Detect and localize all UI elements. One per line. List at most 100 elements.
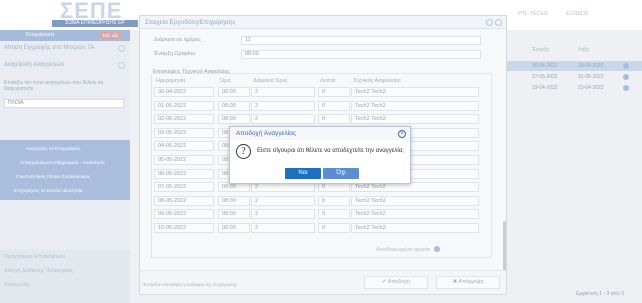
field-label: Έναρξη Ωραρίου <box>154 51 196 57</box>
info-icon[interactable] <box>623 85 629 91</box>
table-cell[interactable]: 0 <box>318 223 350 233</box>
column-header-start: Έναρξη <box>532 47 550 53</box>
sidebar-menu: Αναγγελίες σε Επιχειρήσεις Απασχολούμενο… <box>0 140 130 200</box>
start-time-field[interactable]: 08:00 <box>241 50 481 59</box>
sidebar-menu-item[interactable]: Απασχολούμενοι Πληρώματα - Απόσπαση <box>20 160 104 165</box>
logout-link[interactable]: ΕΞΟΔΟΣ <box>566 11 589 17</box>
sidebar-bottom: Πρόγραμμα Επισκέψεων Αίτηση Διάθεσης Ιδι… <box>0 250 130 303</box>
sepe-logo: ΣΕΠΕ ΣΩΜΑ ΕΠΙΘΕΩΡΗΣΗΣ ΕΡ <box>52 0 138 28</box>
info-icon[interactable] <box>623 63 629 69</box>
table-cell[interactable]: Tech2 Tech2 <box>351 195 479 206</box>
window-title: Στοιχεία Εργοδότη/Επιχείρησης <box>145 19 236 26</box>
sidebar-menu-item[interactable]: Αναγγελίες σε Επιχειρήσεις <box>26 146 80 151</box>
column-header: Διάρκεια Ώρες <box>253 78 288 84</box>
row-start: 30-04-2022 <box>532 63 558 69</box>
table-cell[interactable]: 03-05-2022 <box>154 127 214 138</box>
dialog-message: Είστε σίγουροι ότι θέλετε να αποδεχτείτε… <box>257 148 404 154</box>
table-cell[interactable]: Tech2 Tech2 <box>351 223 479 233</box>
table-cell[interactable]: 02-05-2022 <box>154 114 214 125</box>
saved-files-label: Αποθηκευμένα αρχεία <box>376 247 430 253</box>
window-footer: *Επιλέξτε επισκέψη ή ανάληψη της επιχείρ… <box>140 270 506 294</box>
sidebar-link-announcements[interactable]: Διαχείριση Αναγγελιών <box>4 62 64 68</box>
table-row[interactable]: 30-04-2022 10-05-2022 <box>504 61 642 71</box>
table-cell[interactable]: 08:00 <box>218 100 250 111</box>
dialog-titlebar: Αποδοχή Αναγγελίας × <box>230 127 410 140</box>
expand-icon[interactable] <box>118 62 125 69</box>
reject-button[interactable]: ✖ Απόρριψη <box>436 276 500 289</box>
table-cell[interactable]: 0 <box>318 87 350 97</box>
sidebar: Επιχείρηση Ειδ. ειδ. Αίτηση Εγγραφής στο… <box>0 30 130 303</box>
announcements-table: Έναρξη Λήξη 30-04-2022 10-05-2022 27-05-… <box>504 45 642 97</box>
window-titlebar: Στοιχεία Εργοδότη/Επιχείρησης <box>140 16 506 29</box>
table-cell[interactable]: 08:00 <box>218 209 250 220</box>
table-cell[interactable]: Tech2 Tech2 <box>351 209 479 220</box>
table-cell[interactable]: 01-05-2022 <box>154 100 214 111</box>
sidebar-header[interactable]: Επιχείρηση Ειδ. ειδ. <box>0 30 130 41</box>
duration-days-field[interactable]: 11 <box>241 36 481 45</box>
table-cell[interactable]: 08:00 <box>218 114 250 125</box>
yes-button[interactable]: Ναι <box>285 168 321 179</box>
results-count: Εμφάνιση 1 - 3 από 3 <box>576 291 624 297</box>
row-end: 10-05-2022 <box>578 63 604 69</box>
table-cell[interactable]: Tech2 Tech2 <box>351 100 479 111</box>
table-cell[interactable]: 0 <box>318 209 350 220</box>
sidebar-header-badge: Ειδ. ειδ. <box>100 32 122 39</box>
window-scrollbar[interactable] <box>503 221 506 271</box>
table-cell[interactable]: Tech2 Tech2 <box>351 87 479 97</box>
question-icon: ? <box>236 144 251 159</box>
add-icon[interactable] <box>433 246 440 252</box>
section-title: Επισκέψεις Τεχνικού Ασφαλείας <box>153 69 231 75</box>
field-label: Διάρκεια σε ημέρες <box>154 37 201 43</box>
sidebar-helper-text: Επιλέξτε τον τύπο αναγγελιών που θέλετε … <box>4 80 104 92</box>
expand-icon[interactable] <box>118 45 125 52</box>
user-label[interactable]: PTL-TECH2 <box>518 11 548 17</box>
table-cell[interactable]: 2 <box>251 195 315 206</box>
sidebar-link-request[interactable]: Αίτηση Διάθεσης Ιδιοκτησίας <box>4 268 73 274</box>
table-cell[interactable]: 08:00 <box>218 223 250 233</box>
sidebar-link-notices[interactable]: Αναγγελίες <box>4 282 31 288</box>
table-cell[interactable]: 2 <box>251 114 315 125</box>
table-cell[interactable]: 07-05-2022 <box>154 182 214 193</box>
sidebar-link-visits[interactable]: Πρόγραμμα Επισκέψεων <box>4 254 65 260</box>
footer-note: *Επιλέξτε επισκέψη ή ανάληψη της επιχείρ… <box>142 282 237 287</box>
column-header: Λεπτά <box>320 78 336 84</box>
table-cell[interactable]: 08:00 <box>218 87 250 97</box>
column-header: Ημερομηνία <box>156 78 186 84</box>
table-cell[interactable]: 04-05-2022 <box>154 141 214 152</box>
column-header: Τεχνικός Ασφαλείας <box>353 78 401 84</box>
close-icon[interactable]: × <box>398 130 406 138</box>
table-cell[interactable]: 08-05-2022 <box>154 195 214 206</box>
close-icon[interactable] <box>495 19 502 26</box>
sidebar-menu-item[interactable]: Επιχειρήσεις σε Εκτελεί Ιδιοκτησία <box>14 188 82 193</box>
table-cell[interactable]: 0 <box>318 114 350 125</box>
table-cell[interactable]: 2 <box>251 209 315 220</box>
table-cell[interactable]: 2 <box>251 223 315 233</box>
accept-button[interactable]: ✔ Αποδοχή <box>364 276 428 289</box>
saved-files-link[interactable]: Αποθηκευμένα αρχεία <box>376 246 440 253</box>
table-cell[interactable]: 09-05-2022 <box>154 209 214 220</box>
table-cell[interactable]: 30-04-2022 <box>154 87 214 97</box>
confirm-accept-dialog: Αποδοχή Αναγγελίας × ? Είστε σίγουροι ότ… <box>229 126 411 184</box>
logo-subtitle: ΣΩΜΑ ΕΠΙΘΕΩΡΗΣΗΣ ΕΡ <box>52 20 138 27</box>
row-end: 23-04-2022 <box>578 85 604 91</box>
sidebar-header-label: Επιχείρηση <box>26 32 54 38</box>
table-cell[interactable]: 0 <box>318 195 350 206</box>
table-row[interactable]: 19-04-2022 23-04-2022 <box>504 83 642 93</box>
row-start: 27-05-2022 <box>532 74 558 80</box>
announcement-type-select[interactable]: ΠΛΟΙΑ <box>4 99 124 108</box>
table-cell[interactable]: 06-05-2022 <box>154 168 214 179</box>
table-cell[interactable]: 2 <box>251 100 315 111</box>
sidebar-link-registry[interactable]: Αίτηση Εγγραφής στο Μητρώο ΤΑ <box>4 45 94 51</box>
table-cell[interactable]: 05-05-2022 <box>154 155 214 165</box>
table-row[interactable]: 27-05-2022 31-05-2022 <box>504 72 642 82</box>
table-cell[interactable]: 10-05-2022 <box>154 223 214 233</box>
sidebar-menu-item[interactable]: Γνωστοποίηση Πλοίου Εναλλακτικών <box>16 174 90 179</box>
table-cell[interactable]: 0 <box>318 100 350 111</box>
table-cell[interactable]: 08:00 <box>218 195 250 206</box>
info-icon[interactable] <box>623 74 629 80</box>
no-button[interactable]: Όχι <box>323 168 359 179</box>
table-cell[interactable]: 2 <box>251 87 315 97</box>
table-cell[interactable]: Tech2 Tech2 <box>351 114 479 125</box>
maximize-icon[interactable] <box>486 19 493 26</box>
column-header-end: Λήξη <box>578 47 590 53</box>
